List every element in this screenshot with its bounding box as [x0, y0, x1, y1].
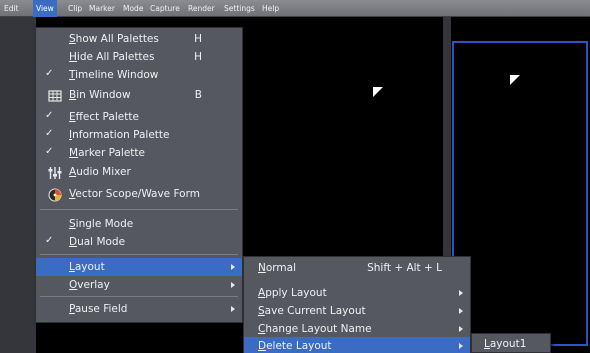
submenu-arrow-icon: [231, 306, 235, 312]
menu-item-label: Single Mode: [69, 218, 134, 230]
menu-item-shortcut: Shift + Alt + L: [367, 262, 442, 274]
submenu-arrow-icon: [459, 308, 463, 314]
menu-item-vector-scope[interactable]: Vector Scope/Wave Form: [36, 185, 242, 205]
submenu-item-delete-layout[interactable]: Delete Layout: [244, 337, 470, 353]
checkmark-icon: ✓: [45, 128, 54, 139]
audio-mixer-icon: [48, 167, 62, 179]
submenu-item-normal[interactable]: Normal Shift + Alt + L: [244, 259, 470, 277]
menu-view[interactable]: View: [33, 0, 57, 17]
menu-item-overlay[interactable]: Overlay: [36, 276, 242, 294]
menu-item-timeline-window[interactable]: ✓ Timeline Window: [36, 66, 242, 84]
menu-item-label: Layout: [69, 261, 105, 273]
menu-bar: Edit View Clip Marker Mode Capture Rende…: [0, 0, 590, 17]
checkmark-icon: ✓: [45, 110, 54, 121]
menu-item-information-palette[interactable]: ✓ Information Palette: [36, 126, 242, 144]
menu-marker[interactable]: Marker: [86, 0, 118, 17]
viewer-cue-marker: [373, 87, 383, 97]
menu-item-label: Layout1: [484, 338, 527, 350]
viewer-cue-marker: [510, 75, 520, 85]
recorder-viewer[interactable]: [452, 41, 588, 346]
left-panel-strip: [0, 17, 36, 353]
submenu-item-save-current-layout[interactable]: Save Current Layout: [244, 302, 470, 320]
submenu-item-layout1[interactable]: Layout1: [472, 335, 550, 353]
menu-item-hide-all-palettes[interactable]: Hide All Palettes H: [36, 48, 242, 66]
submenu-arrow-icon: [459, 343, 463, 349]
view-menu: Show All Palettes H Hide All Palettes H …: [35, 27, 243, 323]
menu-item-audio-mixer[interactable]: Audio Mixer: [36, 163, 242, 183]
menu-item-layout[interactable]: Layout: [36, 258, 242, 276]
layout-submenu: Normal Shift + Alt + L Apply Layout Save…: [243, 256, 471, 353]
menu-item-label: Show All Palettes: [69, 33, 159, 45]
menu-item-shortcut: H: [194, 51, 202, 63]
submenu-item-apply-layout[interactable]: Apply Layout: [244, 284, 470, 302]
checkmark-icon: ✓: [45, 146, 54, 157]
menu-item-show-all-palettes[interactable]: Show All Palettes H: [36, 30, 242, 48]
checkmark-icon: ✓: [45, 235, 54, 246]
menu-item-label: Vector Scope/Wave Form: [69, 188, 200, 200]
menu-item-label: Normal: [258, 262, 296, 274]
menu-item-label: Overlay: [69, 279, 110, 291]
submenu-arrow-icon: [459, 290, 463, 296]
menu-item-label: Hide All Palettes: [69, 51, 155, 63]
menu-item-label: Delete Layout: [258, 340, 332, 352]
menu-capture[interactable]: Capture: [147, 0, 183, 17]
vectorscope-icon: [48, 188, 62, 202]
menu-item-label: Dual Mode: [69, 236, 126, 248]
menu-separator: [40, 254, 238, 255]
menu-item-shortcut: H: [194, 33, 202, 45]
menu-item-label: Effect Palette: [69, 111, 139, 123]
menu-item-label: Change Layout Name: [258, 323, 372, 335]
menu-item-label: Save Current Layout: [258, 305, 366, 317]
delete-layout-submenu: Layout1: [471, 333, 551, 353]
menu-separator: [40, 209, 238, 210]
menu-item-dual-mode[interactable]: ✓ Dual Mode: [36, 233, 242, 251]
menu-item-label: Pause Field: [69, 303, 128, 315]
menu-mode[interactable]: Mode: [120, 0, 146, 17]
menu-settings[interactable]: Settings: [221, 0, 258, 17]
submenu-arrow-icon: [231, 282, 235, 288]
menu-item-label: Information Palette: [69, 129, 170, 141]
menu-render[interactable]: Render: [185, 0, 218, 17]
menu-item-label: Bin Window: [69, 89, 131, 101]
submenu-item-change-layout-name[interactable]: Change Layout Name: [244, 320, 470, 338]
bin-window-icon: [48, 90, 62, 102]
menu-item-bin-window[interactable]: Bin Window B: [36, 86, 242, 106]
menu-item-label: Audio Mixer: [69, 166, 131, 178]
checkmark-icon: ✓: [45, 68, 54, 79]
menu-item-label: Marker Palette: [69, 147, 145, 159]
menu-edit[interactable]: Edit: [1, 0, 22, 17]
menu-item-effect-palette[interactable]: ✓ Effect Palette: [36, 108, 242, 126]
menu-item-label: Apply Layout: [258, 287, 327, 299]
menu-item-pause-field[interactable]: Pause Field: [36, 300, 242, 318]
menu-item-shortcut: B: [194, 89, 202, 101]
menu-separator: [40, 296, 238, 297]
submenu-arrow-icon: [231, 264, 235, 270]
menu-item-label: Timeline Window: [69, 69, 159, 81]
submenu-arrow-icon: [459, 326, 463, 332]
menu-item-single-mode[interactable]: Single Mode: [36, 215, 242, 233]
menu-item-marker-palette[interactable]: ✓ Marker Palette: [36, 144, 242, 162]
menu-help[interactable]: Help: [259, 0, 282, 17]
menu-clip[interactable]: Clip: [65, 0, 85, 17]
